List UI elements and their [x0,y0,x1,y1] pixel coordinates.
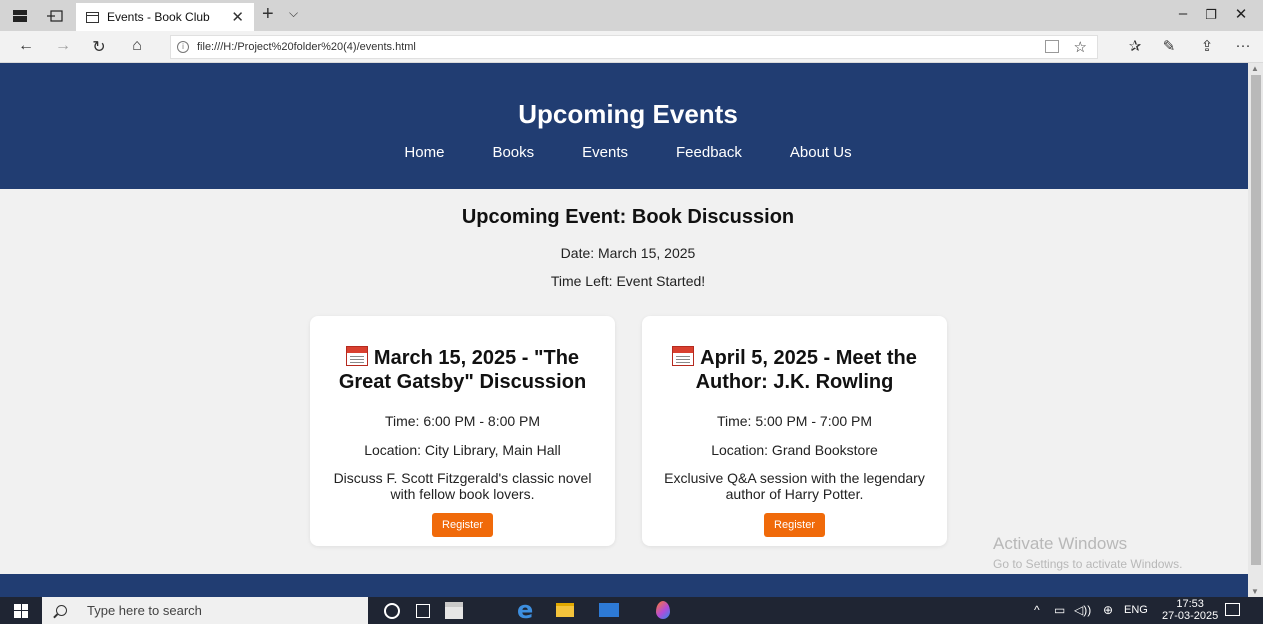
nav-link-home[interactable]: Home [404,144,444,161]
event-title-text: March 15, 2025 - "The Great Gatsby" Disc… [338,347,587,393]
url-field[interactable]: i file:///H:/Project%20folder%20(4)/even… [170,35,1098,59]
windows-taskbar: Type here to search e ^ ▭ ◁)) ⊕ ENG 17:5… [0,597,1263,624]
nav-link-events[interactable]: Events [582,144,628,161]
browser-tab-active[interactable]: Events - Book Club ✕ [76,3,254,31]
site-nav: Home Books Events Feedback About Us [0,144,1248,161]
tab-list-chevron-icon[interactable]: ⌵ [289,6,298,21]
action-center-icon[interactable] [1225,603,1240,616]
taskbar-search-box[interactable]: Type here to search [42,597,368,624]
edge-browser-icon[interactable]: e [517,598,537,622]
register-button[interactable]: Register [764,513,825,537]
tab-title: Events - Book Club [107,10,210,24]
watermark-subtitle: Go to Settings to activate Windows. [993,557,1183,571]
vertical-scrollbar[interactable]: ▲ ▼ [1248,63,1263,597]
event-card: April 5, 2025 - Meet the Author: J.K. Ro… [642,316,947,546]
event-time: Time: 6:00 PM - 8:00 PM [384,413,541,429]
search-placeholder: Type here to search [87,603,202,618]
event-title: March 15, 2025 - "The Great Gatsby" Disc… [310,346,615,394]
address-toolbar: ← → ↻ ⌂ i file:///H:/Project%20folder%20… [0,31,1263,63]
nav-link-feedback[interactable]: Feedback [676,144,742,161]
favorite-star-icon[interactable]: ☆ [1074,38,1087,56]
event-description: Discuss F. Scott Fitzgerald's classic no… [333,470,592,502]
nav-link-books[interactable]: Books [492,144,534,161]
forward-icon[interactable]: → [53,37,73,55]
network-icon[interactable]: ⊕ [1103,603,1113,617]
minimize-button[interactable]: – [1168,5,1198,22]
taskbar-clock[interactable]: 17:53 27-03-2025 [1162,598,1218,622]
cortana-icon[interactable] [384,603,400,619]
tray-chevron-icon[interactable]: ^ [1034,603,1040,617]
page-viewport: Upcoming Events Home Books Events Feedba… [0,63,1248,597]
back-icon[interactable]: ← [16,37,36,55]
home-icon[interactable]: ⌂ [127,37,147,55]
event-card: March 15, 2025 - "The Great Gatsby" Disc… [310,316,615,546]
mail-icon[interactable] [599,603,619,617]
reading-view-icon[interactable] [1045,40,1059,53]
countdown-title: Upcoming Event: Book Discussion [461,206,795,228]
start-button[interactable] [0,597,42,624]
activate-windows-watermark: Activate Windows Go to Settings to activ… [993,534,1182,571]
tab-preview-icon[interactable] [0,0,40,31]
browser-title-bar: Events - Book Club ✕ + ⌵ – ❐ ✕ [0,0,1263,31]
battery-icon[interactable]: ▭ [1054,603,1065,617]
paint-3d-icon[interactable] [656,601,670,619]
windows-logo-icon [14,603,28,618]
countdown-time-left: Time Left: Event Started! [550,273,706,289]
event-description: Exclusive Q&A session with the legendary… [664,470,925,502]
nav-link-about-us[interactable]: About Us [790,144,852,161]
new-tab-button[interactable]: + [262,3,274,26]
scroll-down-arrow-icon[interactable]: ▼ [1251,587,1259,596]
event-title-text: April 5, 2025 - Meet the Author: J.K. Ro… [695,347,917,393]
volume-icon[interactable]: ◁)) [1074,603,1091,617]
clock-time: 17:53 [1176,598,1204,610]
page-icon [86,11,99,23]
scroll-up-arrow-icon[interactable]: ▲ [1251,64,1259,73]
close-window-button[interactable]: ✕ [1226,5,1256,23]
watermark-title: Activate Windows [993,534,1128,553]
clock-date: 27-03-2025 [1162,610,1219,622]
url-text[interactable]: file:///H:/Project%20folder%20(4)/events… [197,41,416,53]
site-footer [0,574,1248,597]
search-icon [56,605,67,616]
maximize-button[interactable]: ❐ [1196,7,1226,23]
site-header: Upcoming Events Home Books Events Feedba… [0,63,1248,189]
language-indicator[interactable]: ENG [1124,604,1148,616]
scrollbar-thumb[interactable] [1251,75,1261,565]
task-view-icon[interactable] [416,604,430,618]
store-icon[interactable] [445,602,463,619]
event-title: April 5, 2025 - Meet the Author: J.K. Ro… [642,346,947,394]
info-icon[interactable]: i [177,41,189,53]
calendar-icon [672,346,695,366]
calendar-icon [345,346,368,366]
event-location: Location: Grand Bookstore [711,442,878,458]
refresh-icon[interactable]: ↻ [89,37,109,57]
file-explorer-icon[interactable] [556,603,574,617]
event-time: Time: 5:00 PM - 7:00 PM [716,413,873,429]
register-button[interactable]: Register [432,513,493,537]
event-location: Location: City Library, Main Hall [364,442,561,458]
page-title: Upcoming Events [518,99,738,129]
pen-icon[interactable]: ✎ [1158,37,1180,55]
set-tabs-aside-icon[interactable] [35,0,75,31]
favorites-icon[interactable]: ✰ [1124,37,1146,55]
share-icon[interactable]: ⇪ [1196,37,1218,55]
tab-close-icon[interactable]: ✕ [231,8,244,26]
more-icon[interactable]: ··· [1232,37,1254,54]
countdown-date: Date: March 15, 2025 [560,245,696,261]
